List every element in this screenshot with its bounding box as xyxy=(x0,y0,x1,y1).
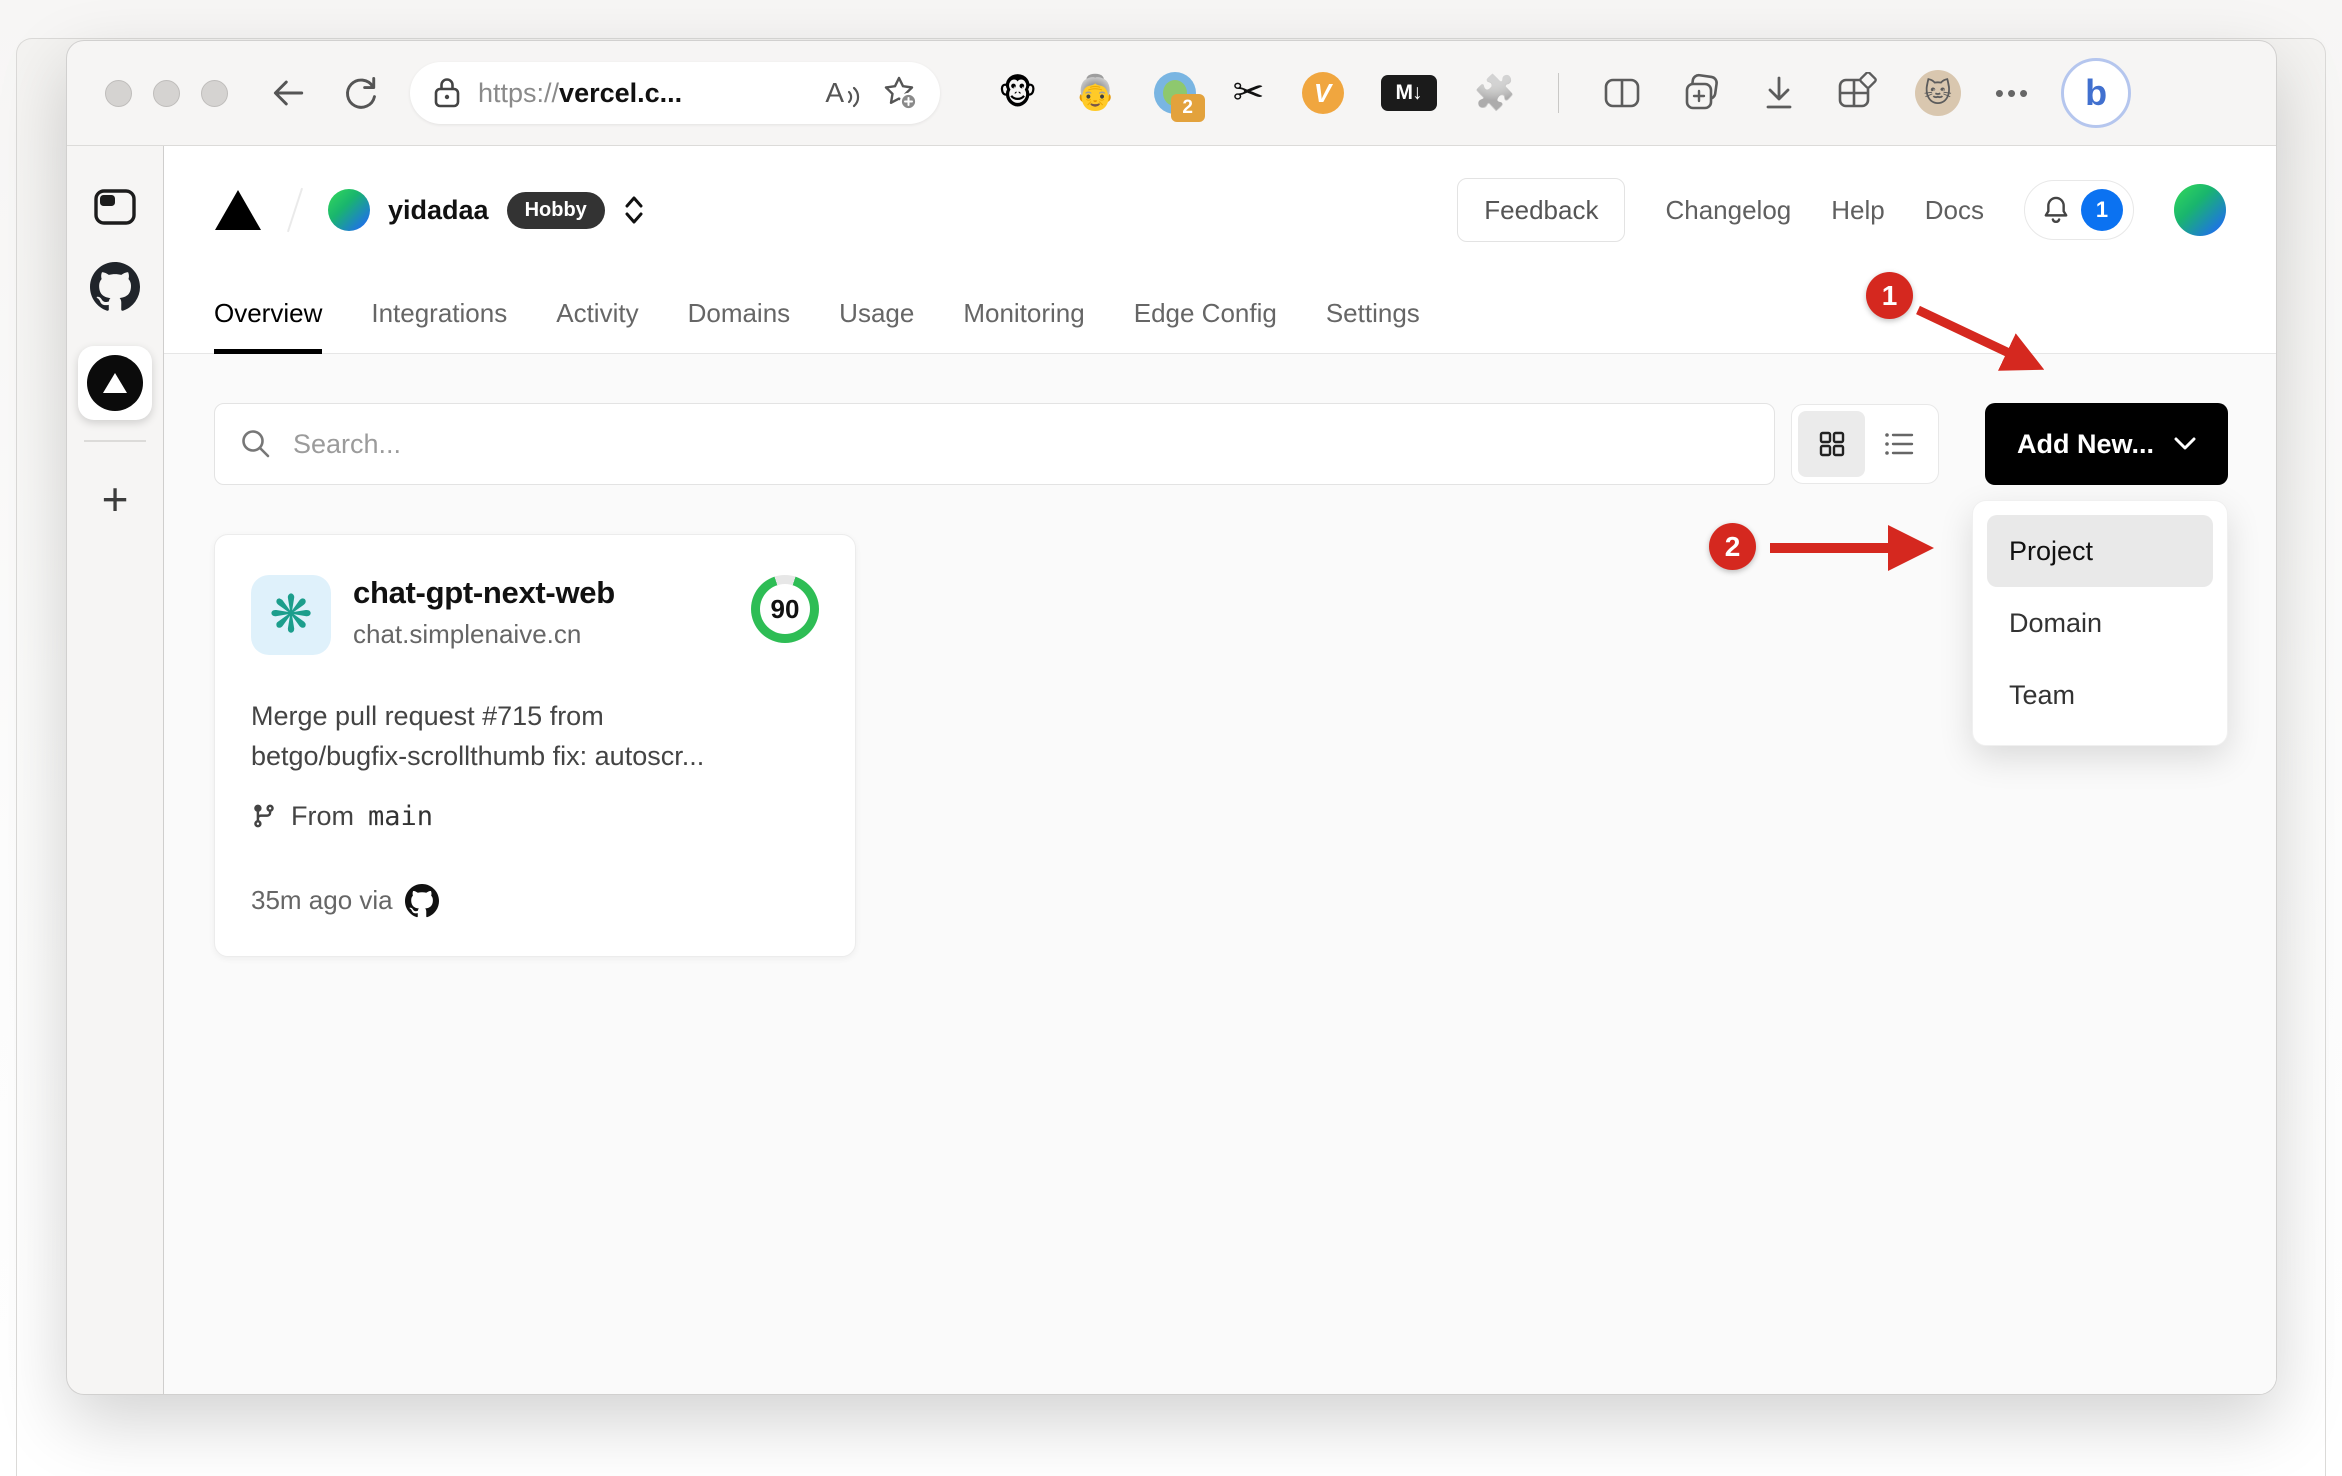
team-select-chevrons[interactable] xyxy=(623,194,645,226)
scissors-extension-icon[interactable]: ✂ xyxy=(1233,74,1265,112)
project-search[interactable] xyxy=(214,403,1775,485)
dropdown-item-project[interactable]: Project xyxy=(1987,515,2213,587)
browser-vertical-tabs-sidebar: + xyxy=(67,146,164,1394)
extension-count-badge: 2 xyxy=(1170,94,1205,122)
project-name[interactable]: chat-gpt-next-web xyxy=(353,575,615,611)
breadcrumb-slash xyxy=(286,187,304,233)
dropdown-item-domain[interactable]: Domain xyxy=(1987,587,2213,659)
extensions-puzzle-icon[interactable]: 🧩 xyxy=(1474,76,1516,110)
traffic-lights xyxy=(105,79,228,107)
zoom-window-button[interactable] xyxy=(201,79,228,107)
plan-badge: Hobby xyxy=(506,191,605,229)
list-view-button[interactable] xyxy=(1865,411,1932,477)
collections-icon[interactable] xyxy=(1679,72,1723,114)
docs-link[interactable]: Docs xyxy=(1925,195,1984,226)
tab-domains[interactable]: Domains xyxy=(688,274,791,353)
more-menu-icon[interactable]: ••• xyxy=(1995,78,2031,109)
team-avatar xyxy=(328,189,370,231)
project-card[interactable]: ❋ chat-gpt-next-web chat.simplenaive.cn … xyxy=(214,534,856,957)
close-window-button[interactable] xyxy=(105,79,132,107)
notification-count-badge: 1 xyxy=(2081,189,2123,231)
browser-window: https://vercel.c... A 🐵 👵 2 ✂ V M↓ 🧩 🐱 •… xyxy=(66,40,2277,1395)
feedback-button[interactable]: Feedback xyxy=(1457,178,1626,242)
annotation-step-1: 1 xyxy=(1866,272,1913,319)
address-bar[interactable]: https://vercel.c... A xyxy=(410,62,940,124)
notifications-button[interactable]: 1 xyxy=(2024,180,2134,240)
circle-extension-icon[interactable]: 2 xyxy=(1153,72,1205,122)
minimize-window-button[interactable] xyxy=(153,79,180,107)
commit-message[interactable]: Merge pull request #715 from betgo/bugfi… xyxy=(251,697,819,777)
back-icon[interactable] xyxy=(266,70,312,116)
changelog-link[interactable]: Changelog xyxy=(1665,195,1791,226)
browser-toolbar: https://vercel.c... A 🐵 👵 2 ✂ V M↓ 🧩 🐱 •… xyxy=(67,41,2276,146)
search-input[interactable] xyxy=(291,427,1750,461)
vercel-tab-active[interactable] xyxy=(78,346,152,420)
vercel-header: yidadaa Hobby Feedback Changelog Help Do… xyxy=(164,146,2276,274)
project-domain[interactable]: chat.simplenaive.cn xyxy=(353,619,615,650)
extension-icons: 🐵 👵 2 ✂ V M↓ 🧩 xyxy=(998,72,1516,122)
annotation-arrow-1 xyxy=(1916,305,2045,371)
add-new-button[interactable]: Add New... xyxy=(1985,403,2228,485)
downloads-icon[interactable] xyxy=(1759,72,1799,114)
workspaces-grid-icon[interactable] xyxy=(1835,72,1879,114)
read-aloud-icon[interactable]: A xyxy=(825,77,862,109)
browser-system-icons: 🐱 xyxy=(1552,70,1961,116)
team-switcher[interactable]: yidadaa Hobby xyxy=(328,189,645,231)
bell-icon xyxy=(2044,196,2068,223)
add-new-dropdown: Project Domain Team xyxy=(1972,500,2228,746)
tab-edge-config[interactable]: Edge Config xyxy=(1134,274,1277,353)
tampermonkey-extension-icon[interactable]: 🐵 xyxy=(998,76,1037,110)
score-value: 90 xyxy=(760,584,810,634)
annotation-arrow-2 xyxy=(1770,525,1935,572)
score-ring: 90 xyxy=(751,575,819,643)
branch-prefix: From xyxy=(291,800,354,831)
grid-view-icon xyxy=(1819,431,1844,457)
screenshot-stage: https://vercel.c... A 🐵 👵 2 ✂ V M↓ 🧩 🐱 •… xyxy=(0,0,2342,1476)
favorite-star-icon[interactable] xyxy=(878,72,920,114)
sidebar-toggle-icon[interactable] xyxy=(92,186,138,228)
tab-integrations[interactable]: Integrations xyxy=(371,274,507,353)
lock-icon xyxy=(432,76,462,110)
tab-settings[interactable]: Settings xyxy=(1326,274,1420,353)
vercel-logo[interactable] xyxy=(214,189,262,231)
git-branch-icon xyxy=(254,805,274,828)
vercel-favicon xyxy=(87,355,143,411)
sidebar-divider xyxy=(84,440,146,442)
bing-chat-icon[interactable]: b xyxy=(2061,58,2132,128)
vercel-main: Add New... ❋ chat-gpt-next-web chat.simp… xyxy=(164,354,2276,1394)
url-text[interactable]: https://vercel.c... xyxy=(478,78,809,109)
split-screen-icon[interactable] xyxy=(1601,73,1643,113)
reload-icon[interactable] xyxy=(338,70,384,116)
dropdown-item-team[interactable]: Team xyxy=(1987,659,2213,731)
branch-name[interactable]: main xyxy=(368,801,433,832)
grid-view-button[interactable] xyxy=(1798,411,1865,477)
tab-monitoring[interactable]: Monitoring xyxy=(963,274,1084,353)
markdown-download-extension-icon[interactable]: M↓ xyxy=(1380,75,1437,111)
chevron-down-icon xyxy=(2174,437,2196,450)
browser-profile-avatar[interactable]: 🐱 xyxy=(1914,70,1961,116)
search-icon xyxy=(242,430,270,458)
github-tab-icon[interactable] xyxy=(90,262,140,312)
tab-activity[interactable]: Activity xyxy=(556,274,638,353)
tab-overview[interactable]: Overview xyxy=(214,274,323,354)
openai-project-icon: ❋ xyxy=(251,575,331,655)
list-view-icon xyxy=(1884,433,1913,455)
deploy-time: 35m ago via xyxy=(251,885,393,916)
user-avatar[interactable] xyxy=(2174,184,2226,236)
tab-usage[interactable]: Usage xyxy=(839,274,914,353)
new-tab-button[interactable]: + xyxy=(102,476,129,522)
view-toggle xyxy=(1791,404,1939,484)
toolbar-divider xyxy=(1557,73,1559,113)
github-source-icon xyxy=(404,883,439,918)
v-extension-icon[interactable]: V xyxy=(1301,72,1344,114)
annotation-step-2: 2 xyxy=(1709,523,1756,570)
grandma-extension-icon[interactable]: 👵 xyxy=(1074,76,1116,110)
help-link[interactable]: Help xyxy=(1831,195,1884,226)
team-name: yidadaa xyxy=(388,194,489,225)
